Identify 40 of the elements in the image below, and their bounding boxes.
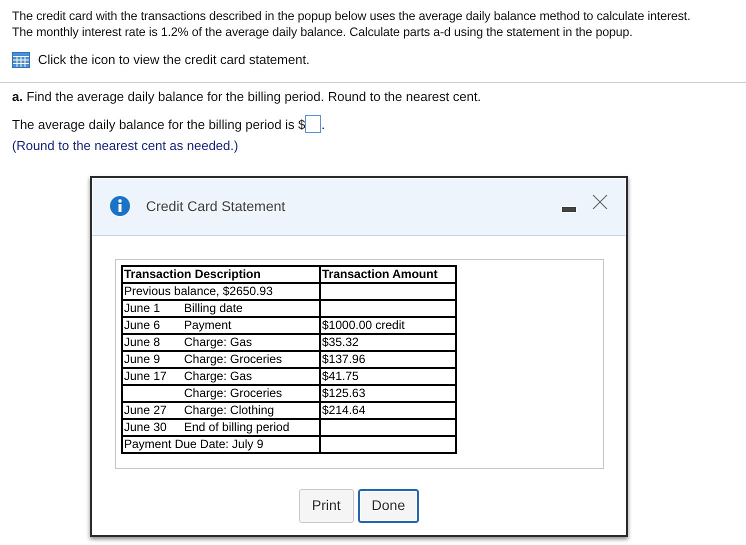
table-cell: $1000.00 credit <box>320 316 456 334</box>
answer-prompt: The average daily balance for the billing period is $ <box>12 116 306 134</box>
answer-field[interactable] <box>305 115 322 134</box>
date-text: June 8 <box>124 334 160 348</box>
table-cell: Payment Due Date: July 9 <box>122 436 320 452</box>
date-text: June 27 <box>124 402 167 416</box>
description-text: Charge: Clothing <box>184 402 274 418</box>
table-cell: $35.32 <box>320 334 456 350</box>
question-text: a. Find the average daily balance for the billing period. Round to the nearest cent. <box>12 88 482 104</box>
description-text: End of billing period <box>184 420 290 434</box>
dialog-title: Credit Card Statement <box>146 196 286 216</box>
date-text: June 9 <box>124 352 160 366</box>
date-text: June 1 <box>124 300 160 314</box>
table-cell: Previous balance, $2650.93 <box>122 282 320 300</box>
description-text: Charge: Gas <box>184 368 252 384</box>
column-header: Transaction Amount <box>320 266 456 282</box>
statement-link-text: Click the icon to view the credit card statement. <box>38 51 310 69</box>
hint-text: (Round to the nearest cent as needed.) <box>12 137 240 155</box>
dialog-button[interactable]: Done <box>358 488 420 522</box>
description-text: Charge: Groceries <box>184 386 282 400</box>
table-cell: $137.96 <box>320 350 456 368</box>
date-text: June 17 <box>124 368 167 382</box>
info-icon <box>110 196 130 216</box>
description-text: Charge: Groceries <box>184 352 282 366</box>
date-text: June 30 <box>124 420 167 434</box>
table-cell: $41.75 <box>320 368 456 384</box>
description-text: Charge: Gas <box>184 334 252 350</box>
dialog-button[interactable]: Print <box>298 488 354 522</box>
date-text: June 6 <box>124 318 160 332</box>
column-header: Transaction Description <box>122 266 320 282</box>
table-cell: $214.64 <box>320 402 456 418</box>
close-icon[interactable] <box>592 194 608 210</box>
description-text: Payment <box>184 318 232 332</box>
answer-period: . <box>321 116 326 134</box>
intro-text: The credit card with the transactions described in the popup below uses the average daily balance method to calculate interest. <box>12 8 692 24</box>
minimize-icon[interactable] <box>562 206 576 212</box>
table-icon[interactable] <box>12 52 30 68</box>
table-cell: $125.63 <box>320 384 456 402</box>
description-text: Billing date <box>184 300 243 316</box>
intro-text: The monthly interest rate is 1.2% of the average daily balance. Calculate parts a-d using the statement in the popup. <box>12 24 634 40</box>
